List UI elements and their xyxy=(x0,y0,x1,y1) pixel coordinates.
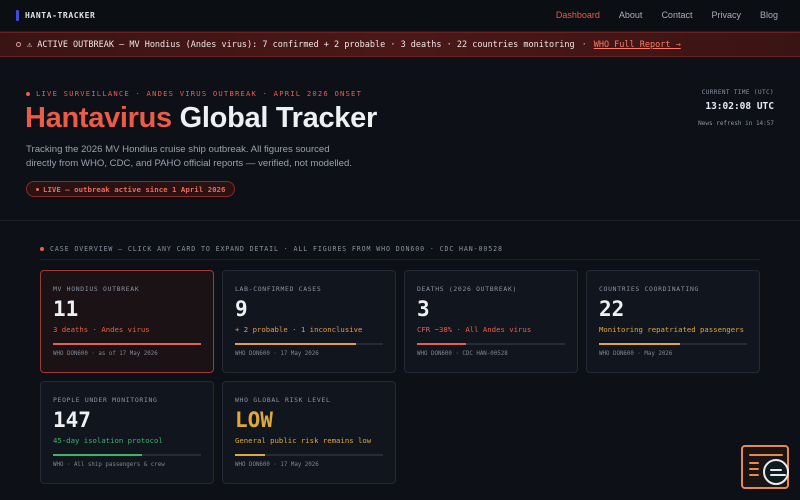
stat-card-progress-track xyxy=(235,454,383,456)
top-navbar: HANTA-TRACKER Dashboard About Contact Pr… xyxy=(0,0,800,32)
stat-card-progress-fill xyxy=(417,343,466,345)
news-refresh-countdown: News refresh in 14:57 xyxy=(698,120,774,127)
widget-line xyxy=(749,454,783,456)
stat-card-label: COUNTRIES COORDINATING xyxy=(599,285,700,293)
nav-link-dashboard[interactable]: Dashboard xyxy=(556,10,600,20)
section-divider xyxy=(40,259,760,260)
stat-card-progress-track xyxy=(599,343,747,345)
stat-card-progress-fill xyxy=(599,343,681,345)
chat-support-icon[interactable] xyxy=(741,445,789,489)
stat-card-subtext: CFR ~38% · All Andes virus xyxy=(417,325,532,334)
stat-card-subtext: + 2 probable · 1 inconclusive xyxy=(235,325,363,334)
stat-card-source: WHO · All ship passengers & crew xyxy=(53,462,165,468)
stat-card-source: WHO DON600 · May 2026 xyxy=(599,351,673,357)
nav-link-contact[interactable]: Contact xyxy=(661,10,692,20)
stat-card-value: 147 xyxy=(53,408,91,432)
outbreak-alert-banner: ⚠ ACTIVE OUTBREAK — MV Hondius (Andes vi… xyxy=(0,32,800,57)
stat-card-subtext: General public risk remains low xyxy=(235,436,372,445)
live-status-badge: LIVE — outbreak active since 1 April 202… xyxy=(26,181,236,197)
stat-card-source: WHO DON600 · as of 17 May 2026 xyxy=(53,351,158,357)
stat-card-label: DEATHS (2026 OUTBREAK) xyxy=(417,285,518,293)
stat-card-subtext: 3 deaths · Andes virus xyxy=(53,325,150,334)
utc-clock: CURRENT TIME (UTC) 13:02:08 UTC News ref… xyxy=(698,89,774,127)
brand-mark-icon xyxy=(16,10,19,21)
nav-link-blog[interactable]: Blog xyxy=(760,10,778,20)
stat-card-subtext: 45-day isolation protocol xyxy=(53,436,163,445)
stat-card-progress-track xyxy=(53,454,201,456)
case-overview-heading: CASE OVERVIEW — CLICK ANY CARD TO EXPAND… xyxy=(40,245,503,253)
stat-card-subtext: Monitoring repatriated passengers xyxy=(599,325,744,334)
stat-card-progress-fill xyxy=(235,343,357,345)
alert-separator: · xyxy=(581,39,587,50)
nav-link-privacy[interactable]: Privacy xyxy=(711,10,741,20)
clock-label: CURRENT TIME (UTC) xyxy=(701,89,774,96)
stat-card-label: WHO GLOBAL RISK LEVEL xyxy=(235,396,331,404)
stat-card-value: LOW xyxy=(235,408,273,432)
chat-bubble-icon xyxy=(763,459,789,485)
stat-card-value: 11 xyxy=(53,297,79,321)
case-overview-heading-text: CASE OVERVIEW — CLICK ANY CARD TO EXPAND… xyxy=(50,245,503,253)
stat-card-progress-track xyxy=(417,343,565,345)
stat-card-deaths[interactable]: DEATHS (2026 OUTBREAK) 3 CFR ~38% · All An… xyxy=(404,270,578,373)
clock-time: 13:02:08 UTC xyxy=(705,101,774,112)
stat-card-label: MV HONDIUS OUTBREAK xyxy=(53,285,140,293)
widget-line xyxy=(749,474,759,476)
stat-card-progress-track xyxy=(53,343,201,345)
stat-card-lab-confirmed-cases[interactable]: LAB-CONFIRMED CASES 9 + 2 probable · 1 inc… xyxy=(222,270,396,373)
stat-card-value: 22 xyxy=(599,297,625,321)
stat-card-mv-hondius-outbreak[interactable]: MV HONDIUS OUTBREAK 11 3 deaths · Andes vi… xyxy=(40,270,214,373)
nav-link-about[interactable]: About xyxy=(619,10,643,20)
widget-line xyxy=(749,462,759,464)
section-dot-icon xyxy=(40,247,44,251)
brand-name: HANTA-TRACKER xyxy=(25,11,96,20)
stat-card-progress-fill xyxy=(53,343,201,345)
hero-divider xyxy=(0,220,800,221)
brand-logo[interactable]: HANTA-TRACKER xyxy=(16,10,95,21)
title-highlight: Hantavirus xyxy=(25,102,172,134)
live-dot-icon xyxy=(26,91,30,96)
stat-card-people-under-monitoring[interactable]: PEOPLE UNDER MONITORING 147 45-day isolati… xyxy=(40,381,214,484)
alert-text: ⚠ ACTIVE OUTBREAK — MV Hondius (Andes vi… xyxy=(27,39,575,50)
hero-kicker-text: LIVE SURVEILLANCE · ANDES VIRUS OUTBREAK… xyxy=(36,89,363,98)
stat-card-label: PEOPLE UNDER MONITORING xyxy=(53,396,158,404)
title-rest: Global Tracker xyxy=(179,102,378,134)
stat-card-source: WHO DON600 · 17 May 2026 xyxy=(235,462,319,468)
who-report-link[interactable]: WHO Full Report → xyxy=(594,40,681,50)
live-dot-icon xyxy=(36,187,39,191)
stat-card-countries-coordinating[interactable]: COUNTRIES COORDINATING 22 Monitoring repat… xyxy=(586,270,760,373)
stat-card-source: WHO DON600 · CDC HAN-00528 xyxy=(417,351,508,357)
stat-card-progress-fill xyxy=(235,454,265,456)
stat-card-value: 9 xyxy=(235,297,248,321)
stat-card-who-risk-level[interactable]: WHO GLOBAL RISK LEVEL LOW General public r… xyxy=(222,381,396,484)
live-status-text: LIVE — outbreak active since 1 April 202… xyxy=(43,184,226,194)
page-title: Hantavirus Global Tracker xyxy=(25,102,377,135)
stat-card-progress-fill xyxy=(53,454,142,456)
nav-links: Dashboard About Contact Privacy Blog xyxy=(556,10,778,20)
stat-card-progress-track xyxy=(235,343,383,345)
hero-subtitle: Tracking the 2026 MV Hondius cruise ship… xyxy=(26,144,352,169)
widget-line xyxy=(749,468,759,470)
stat-card-label: LAB-CONFIRMED CASES xyxy=(235,285,322,293)
hero-kicker: LIVE SURVEILLANCE · ANDES VIRUS OUTBREAK… xyxy=(26,89,362,98)
alert-pulse-icon xyxy=(16,42,21,47)
stat-card-value: 3 xyxy=(417,297,430,321)
stat-card-source: WHO DON600 · 17 May 2026 xyxy=(235,351,319,357)
